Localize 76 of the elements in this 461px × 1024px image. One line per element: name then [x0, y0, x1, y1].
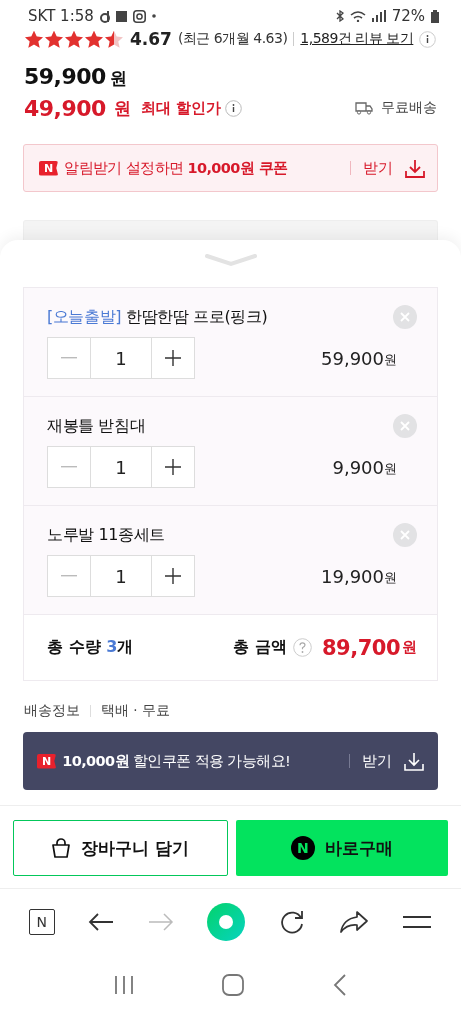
currency-unit: 원 [384, 350, 397, 369]
info-icon[interactable] [225, 99, 243, 117]
star-icon [84, 30, 104, 48]
increase-button[interactable] [151, 446, 195, 488]
n-logo: N [290, 836, 315, 860]
total-quantity: 총 수량 3개 [47, 637, 134, 658]
download-icon [404, 751, 424, 771]
shipping-info-value: 택배 · 무료 [101, 702, 170, 720]
currency-unit: 원 [113, 96, 131, 120]
home-button[interactable]: N [28, 909, 55, 935]
basket-icon [51, 838, 72, 858]
currency-unit: 원 [402, 638, 417, 657]
increase-button[interactable] [151, 555, 195, 597]
plus-icon [165, 459, 181, 475]
help-icon[interactable] [292, 638, 312, 657]
star-icon [104, 30, 124, 48]
star-icon [44, 30, 64, 48]
recent-apps-icon[interactable] [114, 975, 135, 994]
option-name: [오늘출발] 한땀한땀 프로(핑크) [47, 306, 268, 328]
rating-score: 4.67 [130, 29, 172, 49]
currency-unit: 원 [384, 568, 397, 587]
buy-now-button[interactable]: N 바로구매 [235, 820, 448, 876]
download-icon [405, 158, 425, 178]
sale-price: 49,900 [24, 95, 106, 121]
option-price: 9,900 [332, 456, 384, 478]
option-name: 노루발 11종세트 [47, 524, 165, 546]
carrier-time: SKT 1:58 [28, 7, 94, 25]
total-amount-label: 총 금액 [233, 637, 287, 658]
star-icon [24, 30, 44, 48]
original-price: 59,900 [24, 64, 106, 89]
dot-icon [151, 14, 156, 18]
coupon-text: 10,000원 할인쿠폰 적용 가능해요! [62, 751, 291, 771]
quantity-field[interactable]: 1 [91, 446, 151, 488]
square-app-icon [115, 10, 127, 22]
free-shipping-label: 무료배송 [381, 99, 437, 117]
sale-label: 최대 할인가 [140, 98, 222, 118]
option-price: 19,900 [321, 565, 384, 587]
recent-rating: (최근 6개월 4.63) [177, 30, 288, 48]
plus-icon [165, 568, 181, 584]
get-coupon-button[interactable]: 받기 [362, 751, 424, 771]
n-badge: N [39, 160, 59, 176]
n-badge: N [37, 753, 57, 769]
camera-app-icon [132, 9, 146, 23]
back-icon[interactable] [88, 912, 115, 932]
truck-icon [355, 101, 373, 115]
total-amount: 89,700 [321, 635, 400, 660]
star-icon [64, 30, 84, 48]
signal-icon [371, 10, 386, 22]
minus-icon [61, 466, 77, 468]
quantity-field[interactable]: 1 [91, 337, 151, 379]
wifi-icon [349, 10, 366, 22]
menu-icon[interactable] [402, 915, 433, 929]
option-price: 59,900 [321, 347, 384, 369]
add-to-cart-button[interactable]: 장바구니 담기 [13, 820, 228, 876]
forward-icon[interactable] [147, 912, 174, 932]
share-icon[interactable] [338, 910, 369, 934]
reviews-link[interactable]: 1,589건 리뷰 보기 [300, 30, 414, 48]
option-name: 재봉틀 받침대 [47, 415, 146, 437]
currency-unit: 원 [109, 67, 127, 90]
battery-icon [431, 9, 439, 23]
currency-unit: 원 [384, 459, 397, 478]
browser-home-icon[interactable] [207, 903, 246, 941]
plus-icon [165, 350, 181, 366]
bluetooth-icon [335, 10, 344, 22]
increase-button[interactable] [151, 337, 195, 379]
home-icon[interactable] [222, 973, 245, 996]
refresh-icon[interactable] [279, 909, 306, 935]
get-coupon-button[interactable]: 받기 [363, 158, 425, 178]
quantity-field[interactable]: 1 [91, 555, 151, 597]
shipping-info-label: 배송정보 [24, 702, 80, 720]
app-notification-icon [99, 9, 110, 23]
battery-percent: 72% [391, 7, 425, 25]
coupon-text: 알림받기 설정하면 10,000원 쿠폰 [64, 158, 288, 178]
info-icon[interactable] [419, 30, 437, 48]
minus-icon [61, 575, 77, 577]
minus-icon [61, 357, 77, 359]
